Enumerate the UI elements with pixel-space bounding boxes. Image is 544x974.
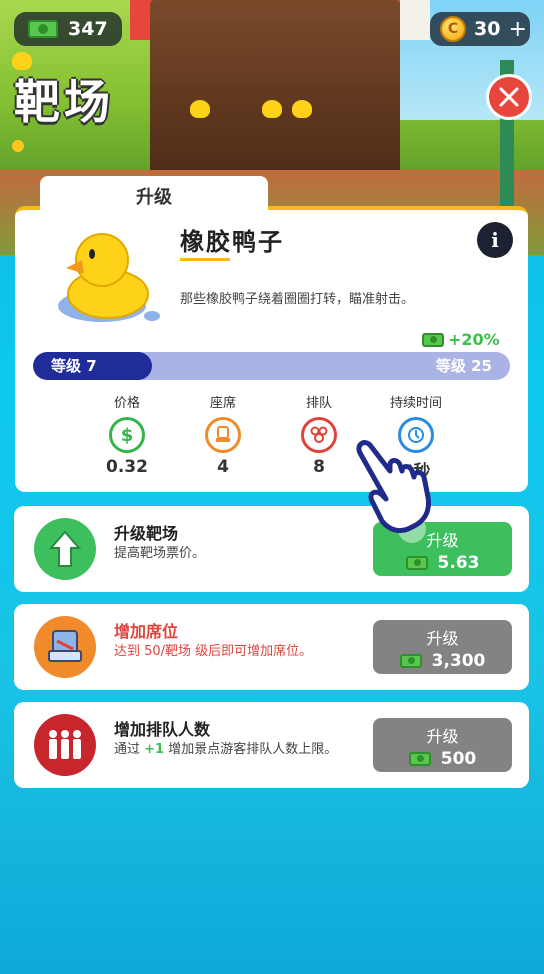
stat-label: 持续时间 [389,396,442,411]
desc-prefix: 通过 [114,742,145,757]
notification-dot [12,140,24,152]
tutorial-hand-pointer-icon [356,440,431,543]
queue-people-icon [34,714,96,776]
cash-icon [399,654,422,668]
button-label: 升级 [426,727,459,746]
item-description: 那些橡胶鸭子绕着圈圈打转，瞄准射击。 [180,292,415,307]
cash-icon [422,332,444,347]
stat-queue: 排队 8 [279,392,359,477]
title-underline [180,258,230,261]
cash-amount: 347 [68,18,108,40]
coin-amount: 30 [474,18,501,40]
stat-price: 价格 $ 0.32 [87,392,167,477]
upgrade-button-disabled[interactable]: 升级 500 [373,718,512,772]
dollar-icon: $ [109,417,145,453]
upgrade-row-attraction: 升级靶场 提高靶场票价。 升级 5.63 [14,506,529,592]
seat-icon [205,417,241,453]
upgrade-desc: 提高靶场票价。 [114,546,206,561]
desc-suffix: 增加景点游客排队人数上限。 [164,742,338,757]
upgrade-button-disabled[interactable]: 升级 3,300 [373,620,512,674]
cash-icon [408,752,431,766]
close-icon [499,87,519,107]
desc-bonus: +1 [144,742,165,757]
close-button[interactable] [486,74,532,120]
info-button[interactable]: i [477,222,513,258]
item-name: 橡胶鸭子 [180,228,284,256]
button-cost: 3,300 [431,651,486,671]
upgrade-desc: 达到 50/靶场 级后即可增加席位。 [114,644,313,659]
stat-seats: 座席 4 [183,392,263,477]
upgrade-title: 增加席位 [114,622,179,641]
button-cost: 500 [440,749,477,769]
income-boost: +20% [422,330,500,349]
upgrade-desc: 通过 +1 增加景点游客排队人数上限。 [114,740,354,759]
arrow-up-icon [34,518,96,580]
level-progress-bar: 等级 7 等级 25 [33,352,510,380]
stat-value: 0.32 [106,457,148,477]
stat-label: 排队 [305,396,332,411]
add-coins-plus[interactable]: + [508,17,526,42]
upgrade-title: 增加排队人数 [114,720,211,739]
stat-label: 座席 [209,396,236,411]
stat-label: 价格 [113,396,140,411]
boost-value: +20% [448,330,500,349]
button-label: 升级 [426,629,459,648]
seat-icon [34,616,96,678]
coin-counter[interactable]: C 30 + [430,12,530,46]
cash-icon [28,20,58,38]
page-title: 靶场 [14,75,114,129]
cash-counter: 347 [14,12,122,46]
button-cost: 5.63 [437,553,480,573]
coin-icon: C [440,16,466,42]
queue-icon [301,417,337,453]
upgrade-title: 升级靶场 [114,524,179,543]
tab-upgrade[interactable]: 升级 [40,176,268,216]
rubber-duck-icon [58,233,160,322]
cash-icon [405,556,428,570]
level-current: 等级 7 [51,357,97,375]
stat-value: 8 [313,457,325,477]
upgrade-row-queue: 增加排队人数 通过 +1 增加景点游客排队人数上限。 升级 500 [14,702,529,788]
level-target: 等级 25 [435,357,492,375]
upgrade-row-seats: 增加席位 达到 50/靶场 级后即可增加席位。 升级 3,300 [14,604,529,690]
stat-value: 4 [217,457,229,477]
